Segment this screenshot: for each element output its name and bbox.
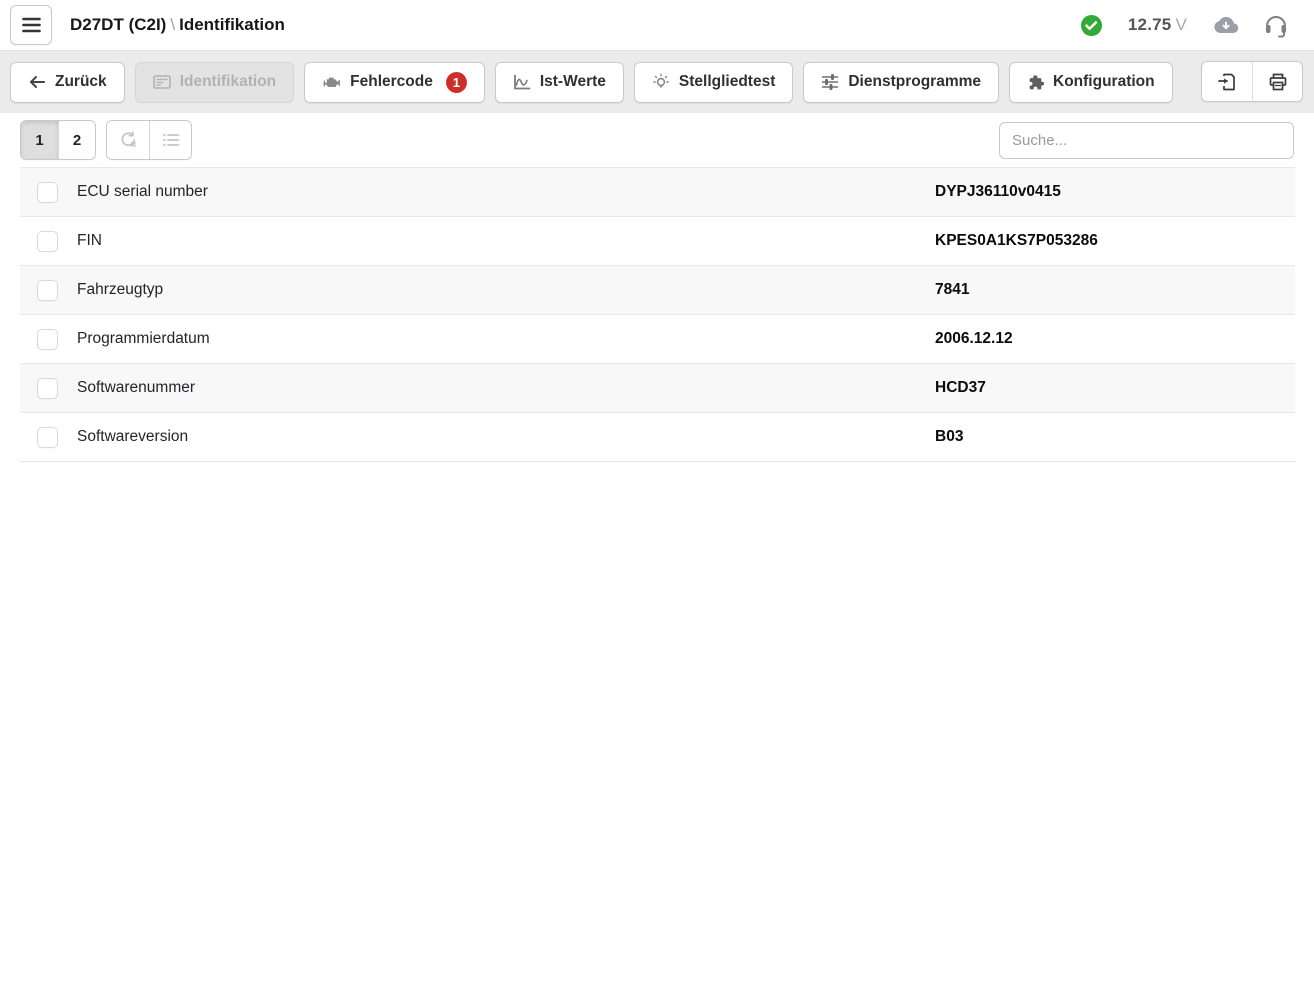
search-input[interactable] [999,122,1294,159]
row-value: DYPJ36110v0415 [935,183,1061,201]
stellgliedtest-button-label: Stellgliedtest [679,73,775,91]
row-checkbox[interactable] [37,378,58,399]
voltage-unit: V [1175,15,1187,34]
row-value: HCD37 [935,379,986,397]
refresh-cancel-icon [119,131,138,149]
row-label: Softwareversion [77,428,188,446]
list-view-button[interactable] [149,121,191,159]
table-row[interactable]: Softwareversion B03 [20,413,1295,462]
ist-werte-button-label: Ist-Werte [540,73,606,91]
table-row[interactable]: Programmierdatum 2006.12.12 [20,315,1295,364]
top-header: D27DT (C2I)\Identifikation 12.75V [0,0,1314,51]
header-status-area: 12.75V [1080,12,1288,38]
menu-button[interactable] [10,5,52,45]
battery-voltage: 12.75V [1128,15,1187,35]
export-document-icon [1217,72,1237,92]
subbar: 1 2 [0,113,1314,167]
konfiguration-button-label: Konfiguration [1053,73,1155,91]
stellgliedtest-button[interactable]: Stellgliedtest [634,62,793,103]
fehlercode-button-label: Fehlercode [350,73,433,91]
page-title: Identifikation [179,15,285,34]
row-label: Softwarenummer [77,379,195,397]
identification-table: ECU serial number DYPJ36110v0415 FIN KPE… [20,167,1295,462]
headset-icon[interactable] [1264,12,1288,38]
sliders-icon [821,74,839,90]
row-label: Programmierdatum [77,330,210,348]
ist-werte-button[interactable]: Ist-Werte [495,62,624,103]
printer-icon [1268,72,1288,92]
fehlercode-button[interactable]: Fehlercode 1 [304,62,485,103]
table-row[interactable]: FIN KPES0A1KS7P053286 [20,217,1295,266]
breadcrumb-separator: \ [166,15,179,34]
list-tools-group [106,120,192,160]
row-label: FIN [77,232,102,250]
identifikation-button: Identifikation [135,62,294,103]
row-value: KPES0A1KS7P053286 [935,232,1098,250]
export-report-button[interactable] [1202,62,1252,101]
table-row[interactable]: ECU serial number DYPJ36110v0415 [20,168,1295,217]
row-checkbox[interactable] [37,182,58,203]
row-value: B03 [935,428,963,446]
hamburger-icon [21,16,42,34]
row-value: 7841 [935,281,969,299]
pagination-group: 1 2 [20,120,96,160]
page-button-2[interactable]: 2 [58,121,95,159]
table-row[interactable]: Softwarenummer HCD37 [20,364,1295,413]
engine-icon [322,75,341,90]
back-button-label: Zurück [55,73,107,91]
konfiguration-button[interactable]: Konfiguration [1009,62,1173,103]
row-checkbox[interactable] [37,427,58,448]
arrow-left-icon [28,74,46,90]
breadcrumb: D27DT (C2I)\Identifikation [70,15,285,35]
device-name: D27DT (C2I) [70,15,166,34]
print-button[interactable] [1252,62,1302,101]
row-checkbox[interactable] [37,231,58,252]
dienstprogramme-button-label: Dienstprogramme [848,73,981,91]
table-row[interactable]: Fahrzeugtyp 7841 [20,266,1295,315]
id-card-icon [153,75,171,89]
identifikation-button-label: Identifikation [180,73,276,91]
fehlercode-count-badge: 1 [446,72,467,93]
toolbar: Zurück Identifikation Fehlercode 1 [0,51,1314,113]
puzzle-icon [1027,74,1044,91]
page-button-1[interactable]: 1 [21,121,58,159]
report-actions-group [1201,61,1303,102]
clear-refresh-button[interactable] [107,121,149,159]
lightbulb-icon [652,73,670,91]
back-button[interactable]: Zurück [10,62,125,103]
line-chart-icon [513,74,531,90]
dienstprogramme-button[interactable]: Dienstprogramme [803,62,999,103]
row-value: 2006.12.12 [935,330,1013,348]
row-checkbox[interactable] [37,329,58,350]
voltage-value: 12.75 [1128,15,1172,34]
row-checkbox[interactable] [37,280,58,301]
cloud-download-icon[interactable] [1212,15,1239,35]
list-icon [162,132,180,148]
row-label: ECU serial number [77,183,208,201]
connection-ok-icon [1080,14,1103,37]
row-label: Fahrzeugtyp [77,281,163,299]
